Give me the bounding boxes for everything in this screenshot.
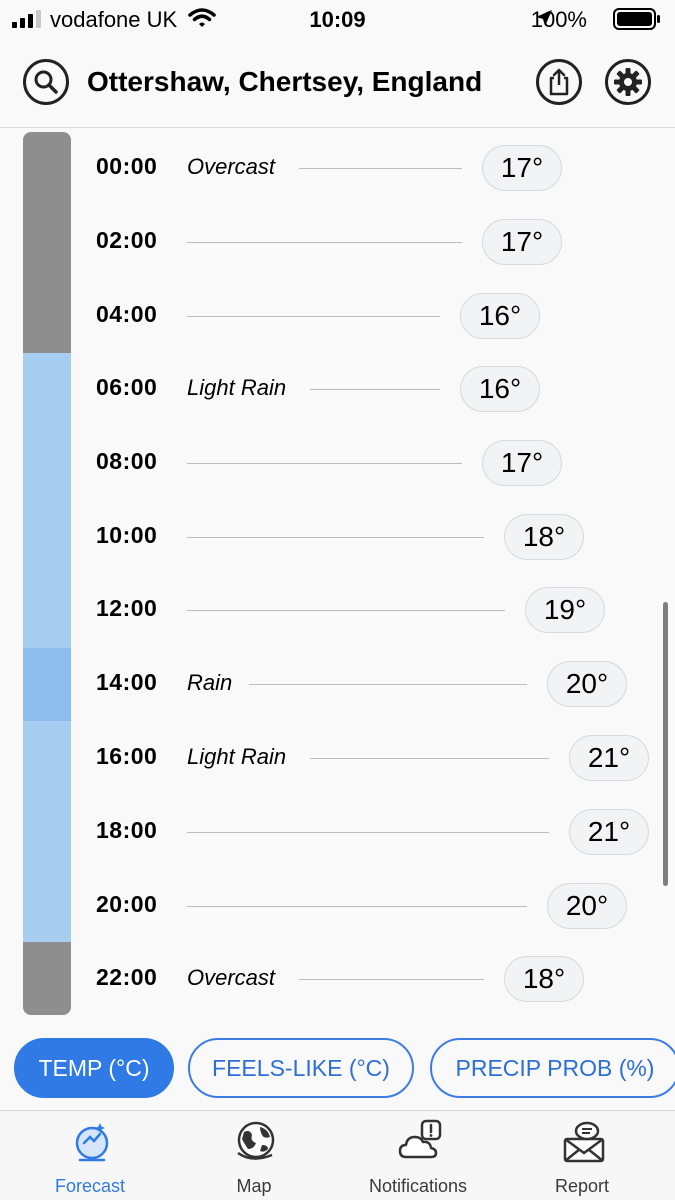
- row-time: 12:00: [96, 595, 158, 621]
- settings-button[interactable]: [605, 59, 651, 105]
- chip-precip-prob[interactable]: PRECIP PROB (%): [430, 1038, 675, 1098]
- temp-line: [187, 316, 440, 317]
- temp-line: [310, 758, 549, 759]
- temp-line: [299, 979, 484, 980]
- row-time: 16:00: [96, 743, 158, 769]
- temp-pill: 16°: [460, 293, 540, 339]
- globe-icon: [237, 1121, 275, 1160]
- row-time: 00:00: [96, 153, 158, 179]
- row-time: 20:00: [96, 891, 158, 917]
- tab-map[interactable]: Map: [170, 1111, 338, 1200]
- gear-icon: [614, 68, 642, 96]
- row-time: 18:00: [96, 817, 158, 843]
- temp-pill: 17°: [482, 145, 562, 191]
- app-header: Ottershaw, Chertsey, England: [0, 40, 675, 128]
- temp-line: [187, 463, 462, 464]
- temp-pill: 19°: [525, 587, 605, 633]
- share-icon: [549, 68, 569, 96]
- forecast-row[interactable]: 16:00 Light Rain 21°: [0, 728, 675, 788]
- temp-pill: 20°: [547, 661, 627, 707]
- temp-pill: 16°: [460, 366, 540, 412]
- temp-line: [299, 168, 462, 169]
- row-condition: Light Rain: [187, 375, 287, 400]
- row-condition: Light Rain: [187, 744, 287, 769]
- forecast-row[interactable]: 00:00 Overcast 17°: [0, 138, 675, 198]
- forecast-row[interactable]: 22:00 Overcast 18°: [0, 949, 675, 1009]
- search-icon: [34, 70, 58, 94]
- hourly-forecast-list[interactable]: 00:00 Overcast 17° 02:00 17° 04:00 16° 0…: [0, 129, 675, 1027]
- tab-bar: Forecast Map Notifications Report: [0, 1110, 675, 1200]
- row-condition: Overcast: [187, 154, 276, 179]
- tab-label: Map: [236, 1176, 272, 1196]
- temp-line: [310, 389, 440, 390]
- row-condition: Rain: [187, 670, 233, 695]
- forecast-row[interactable]: 20:00 20°: [0, 876, 675, 936]
- forecast-icon: [75, 1123, 109, 1162]
- temp-pill: 17°: [482, 440, 562, 486]
- temp-pill: 21°: [569, 809, 649, 855]
- tab-label: Report: [554, 1176, 610, 1196]
- tab-forecast[interactable]: Forecast: [6, 1111, 174, 1200]
- share-button[interactable]: [536, 59, 582, 105]
- temp-pill: 18°: [504, 956, 584, 1002]
- mail-report-icon: [563, 1121, 605, 1163]
- forecast-row[interactable]: 12:00 19°: [0, 580, 675, 640]
- cloud-alert-icon: [398, 1119, 442, 1159]
- metric-selector: TEMP (°C) FEELS-LIKE (°C) PRECIP PROB (%…: [0, 1036, 675, 1102]
- tab-notifications[interactable]: Notifications: [334, 1111, 502, 1200]
- row-time: 22:00: [96, 964, 158, 990]
- row-time: 02:00: [96, 227, 158, 253]
- temp-pill: 21°: [569, 735, 649, 781]
- row-time: 04:00: [96, 301, 158, 327]
- forecast-row[interactable]: 18:00 21°: [0, 802, 675, 862]
- chip-temp[interactable]: TEMP (°C): [14, 1038, 174, 1098]
- status-bar: vodafone UK 10:09 100%: [0, 0, 675, 40]
- row-time: 10:00: [96, 522, 158, 548]
- tab-label: Notifications: [368, 1176, 468, 1196]
- row-time: 14:00: [96, 669, 158, 695]
- temp-line: [249, 684, 527, 685]
- forecast-row[interactable]: 14:00 Rain 20°: [0, 654, 675, 714]
- list-scrollbar[interactable]: [663, 602, 668, 886]
- temp-line: [187, 610, 505, 611]
- forecast-row[interactable]: 02:00 17°: [0, 212, 675, 272]
- temp-line: [187, 906, 527, 907]
- temp-line: [187, 832, 549, 833]
- temp-line: [187, 537, 484, 538]
- search-button[interactable]: [23, 59, 69, 105]
- temp-pill: 18°: [504, 514, 584, 560]
- temp-pill: 20°: [547, 883, 627, 929]
- forecast-row[interactable]: 10:00 18°: [0, 507, 675, 567]
- location-title[interactable]: Ottershaw, Chertsey, England: [87, 66, 482, 98]
- forecast-row[interactable]: 04:00 16°: [0, 286, 675, 346]
- row-time: 08:00: [96, 448, 158, 474]
- temp-pill: 17°: [482, 219, 562, 265]
- tab-report[interactable]: Report: [498, 1111, 666, 1200]
- chip-feels-like[interactable]: FEELS-LIKE (°C): [188, 1038, 414, 1098]
- battery-icon: [613, 8, 660, 30]
- row-time: 06:00: [96, 374, 158, 400]
- battery-percentage: 100%: [530, 7, 587, 32]
- forecast-row[interactable]: 06:00 Light Rain 16°: [0, 359, 675, 419]
- forecast-row[interactable]: 08:00 17°: [0, 433, 675, 493]
- tab-label: Forecast: [54, 1176, 126, 1196]
- row-condition: Overcast: [187, 965, 276, 990]
- temp-line: [187, 242, 462, 243]
